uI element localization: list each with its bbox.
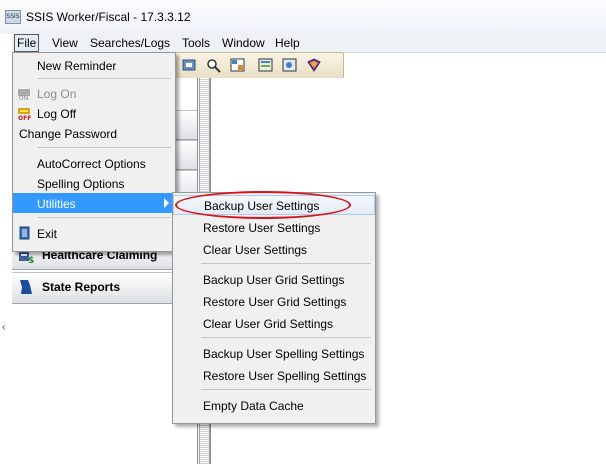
- new-reminder-label: New Reminder: [37, 59, 117, 73]
- toolbar-book-icon[interactable]: [305, 57, 323, 74]
- exit-icon: [19, 226, 30, 240]
- menu-separator: [37, 217, 171, 218]
- menu-separator: [37, 78, 171, 79]
- utilities-backup-user-spelling-settings[interactable]: Backup User Spelling Settings: [173, 343, 375, 363]
- title-bar: SSIS SSIS Worker/Fiscal - 17.3.3.12: [0, 0, 606, 34]
- log-off-icon: OFF: [18, 108, 31, 121]
- toolbar-grid-icon[interactable]: [229, 57, 247, 74]
- restore-user-spelling-settings-label: Restore User Spelling Settings: [203, 369, 367, 383]
- utilities-submenu: Backup User Settings Restore User Settin…: [172, 192, 376, 424]
- log-off-label: Log Off: [37, 107, 77, 121]
- log-on-icon: ON: [18, 89, 30, 101]
- file-menu-new-reminder[interactable]: New Reminder: [13, 55, 175, 75]
- utilities-restore-user-grid-settings[interactable]: Restore User Grid Settings: [173, 291, 375, 311]
- backup-user-grid-settings-label: Backup User Grid Settings: [203, 273, 345, 287]
- empty-data-cache-label: Empty Data Cache: [203, 399, 304, 413]
- menu-separator: [201, 337, 371, 338]
- utilities-restore-user-settings[interactable]: Restore User Settings: [173, 217, 375, 237]
- clear-user-settings-label: Clear User Settings: [203, 243, 308, 257]
- menu-searches-logs[interactable]: Searches/Logs: [90, 36, 170, 50]
- file-menu-log-off[interactable]: OFF Log Off: [13, 103, 175, 123]
- menu-file[interactable]: File: [14, 34, 40, 52]
- utilities-label: Utilities: [37, 197, 76, 211]
- restore-user-grid-settings-label: Restore User Grid Settings: [203, 295, 347, 309]
- toolbar-report-icon[interactable]: [281, 57, 299, 74]
- file-menu-change-password[interactable]: Change Password: [13, 123, 175, 143]
- navbar-item-state-reports[interactable]: State Reports: [12, 272, 197, 304]
- clear-user-grid-settings-label: Clear User Grid Settings: [203, 317, 334, 331]
- utilities-clear-user-settings[interactable]: Clear User Settings: [173, 239, 375, 259]
- menu-separator: [201, 389, 371, 390]
- state-reports-icon: [20, 280, 32, 294]
- file-menu-spelling-options[interactable]: Spelling Options: [13, 173, 175, 193]
- svg-text:OFF: OFF: [18, 115, 31, 121]
- submenu-arrow-icon: [164, 198, 169, 208]
- toolbar-search-icon[interactable]: [205, 57, 223, 74]
- change-password-label: Change Password: [19, 127, 118, 141]
- svg-text:ON: ON: [19, 95, 28, 101]
- file-menu-exit[interactable]: Exit: [13, 223, 175, 243]
- exit-label: Exit: [37, 227, 58, 241]
- left-edge-collapse-icon[interactable]: ‹: [2, 322, 5, 333]
- file-menu-log-on: ON Log On: [13, 83, 175, 103]
- toolbar-document-icon[interactable]: [257, 57, 275, 74]
- menu-tools[interactable]: Tools: [182, 36, 210, 50]
- autocorrect-options-label: AutoCorrect Options: [37, 157, 146, 171]
- menu-help[interactable]: Help: [275, 36, 300, 50]
- svg-text:$: $: [28, 256, 34, 263]
- backup-user-spelling-settings-label: Backup User Spelling Settings: [203, 347, 365, 361]
- utilities-restore-user-spelling-settings[interactable]: Restore User Spelling Settings: [173, 365, 375, 385]
- log-on-label: Log On: [37, 87, 77, 101]
- menu-bar: File View Searches/Logs Tools Window Hel…: [12, 34, 606, 53]
- restore-user-settings-label: Restore User Settings: [203, 221, 321, 235]
- file-menu: New Reminder ON Log On OFF Log Off Chang…: [12, 52, 176, 252]
- spelling-options-label: Spelling Options: [37, 177, 125, 191]
- menu-view[interactable]: View: [52, 36, 78, 50]
- file-menu-utilities[interactable]: Utilities: [13, 193, 175, 213]
- utilities-clear-user-grid-settings[interactable]: Clear User Grid Settings: [173, 313, 375, 333]
- utilities-backup-user-grid-settings[interactable]: Backup User Grid Settings: [173, 269, 375, 289]
- menu-window[interactable]: Window: [222, 36, 265, 50]
- state-reports-label: State Reports: [42, 280, 121, 294]
- annotation-highlight-ring: [175, 191, 351, 219]
- menu-separator: [201, 263, 371, 264]
- window-title: SSIS Worker/Fiscal - 17.3.3.12: [26, 10, 191, 24]
- app-icon: SSIS: [5, 10, 21, 24]
- file-menu-autocorrect-options[interactable]: AutoCorrect Options: [13, 153, 175, 173]
- utilities-empty-data-cache[interactable]: Empty Data Cache: [173, 395, 375, 415]
- menu-separator: [37, 147, 171, 148]
- toolbar-tool-icon[interactable]: [181, 57, 199, 74]
